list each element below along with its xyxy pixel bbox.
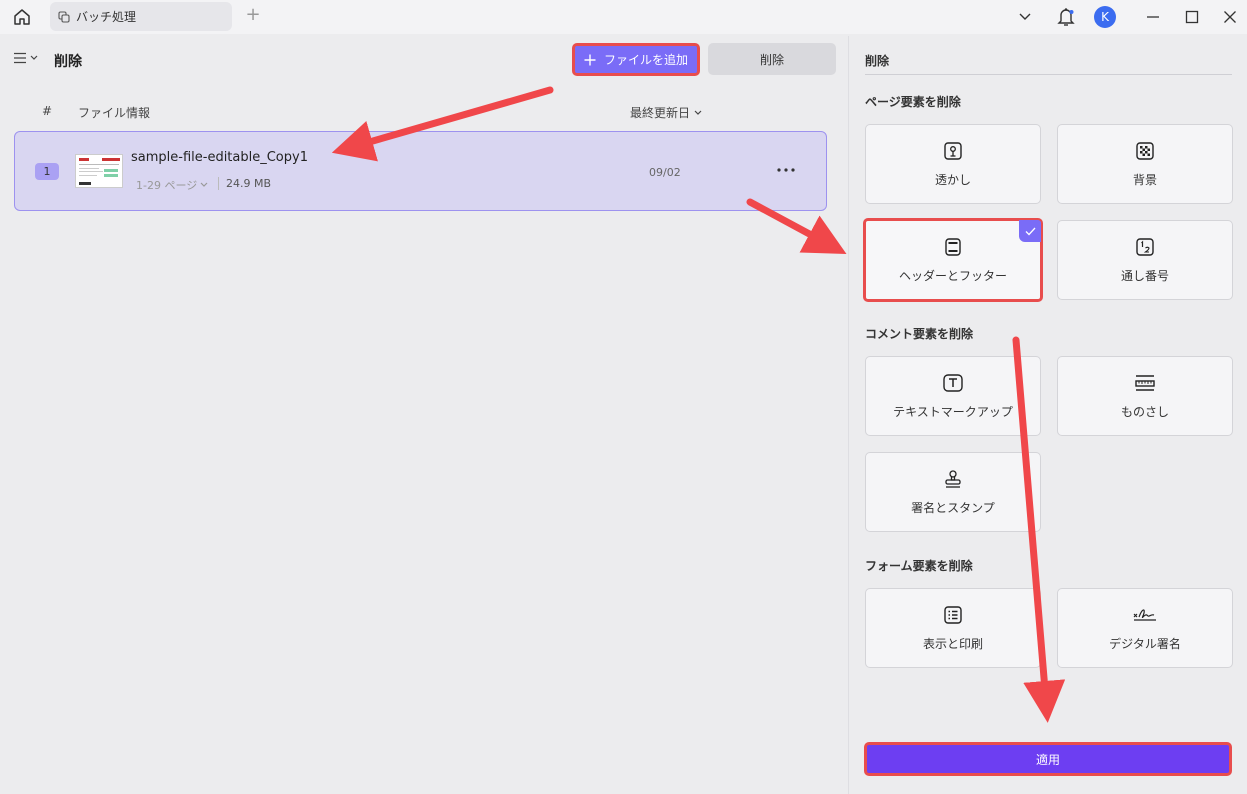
option-label: ものさし [1120, 404, 1169, 419]
option-digital-signature[interactable]: デジタル署名 [1057, 588, 1233, 668]
chevron-down-icon [1019, 13, 1031, 20]
option-background[interactable]: 背景 [1057, 124, 1233, 204]
file-thumbnail [75, 154, 123, 188]
menu-button[interactable] [13, 51, 38, 65]
text-markup-icon [943, 373, 963, 392]
option-watermark[interactable]: 透かし [865, 124, 1041, 204]
digital-signature-icon [1133, 608, 1156, 621]
file-name: sample-file-editable_Copy1 [131, 150, 308, 165]
home-button[interactable] [10, 6, 34, 28]
close-button[interactable] [1219, 4, 1241, 30]
column-header-index: # [42, 104, 53, 118]
tab-batch[interactable]: バッチ処理 [50, 2, 232, 31]
header-footer-icon [945, 237, 961, 256]
form-list-icon [944, 605, 962, 624]
plus-icon [584, 54, 596, 65]
meta-divider [218, 177, 219, 190]
watermark-icon [944, 141, 962, 160]
column-header-modified[interactable]: 最終更新日 [630, 104, 702, 121]
notification-button[interactable] [1055, 4, 1077, 30]
column-header-modified-label: 最終更新日 [630, 106, 691, 120]
chevron-down-icon [694, 110, 702, 115]
more-icon [777, 168, 795, 172]
batch-icon [58, 10, 70, 23]
option-label: 透かし [934, 172, 971, 187]
hamburger-icon [14, 52, 26, 64]
ruler-icon [1135, 374, 1155, 391]
home-icon [14, 9, 30, 25]
section-title-form: フォーム要素を削除 [865, 559, 973, 573]
page-title: 削除 [54, 54, 82, 70]
avatar: K [1094, 6, 1116, 28]
apply-label: 適用 [1035, 752, 1060, 767]
option-label: 背景 [1132, 172, 1157, 187]
maximize-button[interactable] [1181, 4, 1203, 30]
page-range-dropdown[interactable]: 1-29 ページ [136, 177, 208, 193]
section-title-page: ページ要素を削除 [865, 95, 961, 109]
more-options-button[interactable] [775, 160, 797, 180]
option-label: 通し番号 [1120, 268, 1169, 283]
bell-icon [1057, 8, 1075, 26]
option-label: 表示と印刷 [922, 636, 983, 651]
file-size: 24.9 MB [226, 177, 272, 190]
minimize-button[interactable] [1142, 4, 1164, 30]
pdf-thumbnail-icon [79, 158, 120, 185]
tab-label: バッチ処理 [76, 10, 137, 24]
table-row[interactable]: 1 sample-file-editable_Copy1 1-29 ページ 24… [14, 131, 827, 211]
option-label: ヘッダーとフッター [898, 268, 1007, 283]
bates-number-icon [1136, 237, 1154, 256]
maximize-icon [1185, 10, 1199, 24]
file-date: 09/02 [649, 166, 681, 179]
stamp-icon [945, 469, 961, 488]
add-file-button[interactable]: ファイルを追加 [572, 43, 700, 76]
dropdown-button[interactable] [1014, 4, 1036, 30]
option-label: 署名とスタンプ [911, 500, 995, 515]
panel-title: 削除 [865, 54, 890, 68]
selected-check-badge [1019, 220, 1041, 242]
option-signature-stamp[interactable]: 署名とスタンプ [865, 452, 1041, 532]
column-header-file-info: ファイル情報 [78, 106, 151, 120]
row-index: 1 [35, 163, 59, 180]
close-icon [1224, 11, 1236, 23]
delete-options-panel: 削除 ページ要素を削除 透かし 背景 ヘッダーとフッター 通し番号 コメント要素… [848, 36, 1247, 794]
apply-button[interactable]: 適用 [864, 742, 1232, 776]
option-text-markup[interactable]: テキストマークアップ [865, 356, 1041, 436]
option-header-footer[interactable]: ヘッダーとフッター [863, 218, 1043, 302]
plus-icon: + [245, 4, 261, 25]
check-icon [1025, 227, 1035, 235]
option-display-print[interactable]: 表示と印刷 [865, 588, 1041, 668]
page-range-label: 1-29 ページ [136, 179, 198, 192]
option-bates-number[interactable]: 通し番号 [1057, 220, 1233, 300]
option-label: テキストマークアップ [893, 404, 1013, 419]
minimize-icon [1147, 16, 1159, 18]
chevron-down-icon [30, 55, 38, 60]
panel-divider [865, 74, 1232, 75]
delete-button[interactable]: 削除 [708, 43, 836, 75]
file-list-panel: 削除 ファイルを追加 削除 # ファイル情報 最終更新日 1 sample-fi… [0, 36, 845, 794]
user-avatar-button[interactable]: K [1093, 4, 1117, 30]
option-ruler[interactable]: ものさし [1057, 356, 1233, 436]
new-tab-button[interactable]: + [244, 6, 262, 26]
delete-label: 削除 [759, 52, 784, 67]
option-label: デジタル署名 [1109, 636, 1181, 651]
section-title-comment: コメント要素を削除 [865, 327, 974, 341]
title-bar: バッチ処理 + K [0, 0, 1247, 34]
background-icon [1136, 141, 1154, 160]
chevron-down-icon [200, 182, 208, 187]
add-file-label: ファイルを追加 [603, 53, 688, 67]
